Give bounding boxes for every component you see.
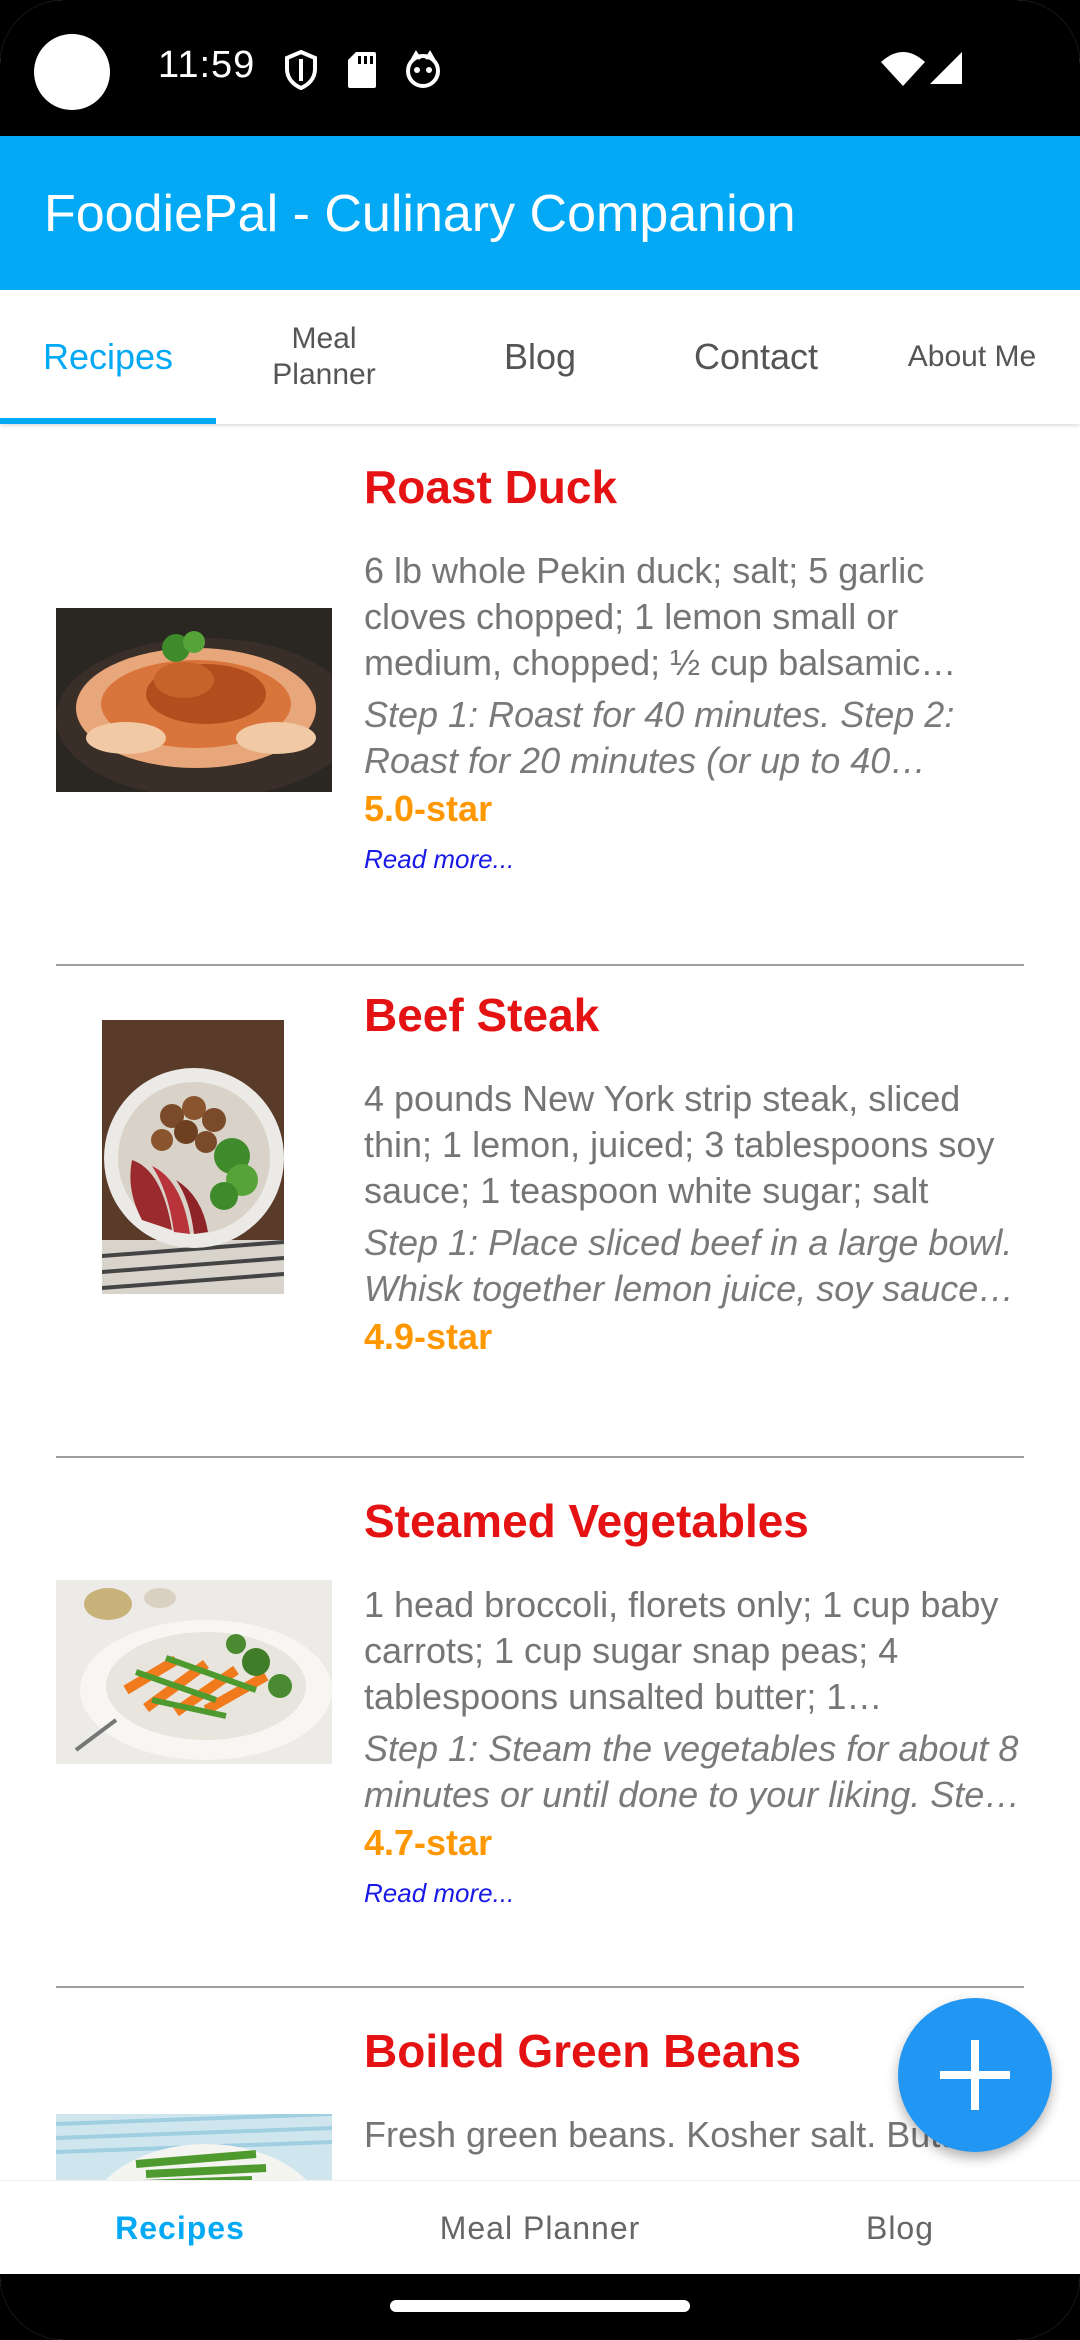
recipe-image [56,608,332,792]
bottom-nav-blog[interactable]: Blog [720,2181,1080,2275]
plus-icon [940,2040,1010,2110]
tab-bar: Recipes Meal Planner Blog Contact About … [0,290,1080,424]
sd-card-icon [348,52,376,88]
list-item[interactable]: Roast Duck 6 lb whole Pekin duck; salt; … [0,424,1080,964]
tab-recipes[interactable]: Recipes [0,290,216,424]
read-more-link[interactable]: Read more... [364,844,514,875]
recipe-title: Boiled Green Beans [364,2025,802,2077]
wifi-icon [881,52,925,86]
recipe-steps: Step 1: Steam the vegetables for about 8… [364,1728,1019,1815]
recipe-title: Roast Duck [364,461,618,513]
recipe-rating: 4.7-star [364,1822,493,1863]
tab-blog[interactable]: Blog [432,290,648,424]
signal-icon [930,52,962,84]
read-more-link[interactable]: Read more... [364,1878,514,1909]
tab-contact[interactable]: Contact [648,290,864,424]
beef-steak-photo [102,1020,284,1294]
add-recipe-button[interactable] [898,1998,1052,2152]
camera-cutout [34,34,110,110]
recipe-list[interactable]: Roast Duck 6 lb whole Pekin duck; salt; … [0,424,1080,2180]
recipe-title: Beef Steak [364,989,600,1041]
app-bar: FoodiePal - Culinary Companion [0,136,1080,290]
recipe-steps: Step 1: Place sliced beef in a large bow… [364,1222,1013,1309]
home-handle[interactable] [390,2300,690,2312]
roast-duck-photo [56,608,332,792]
app-title: FoodiePal - Culinary Companion [44,185,796,243]
list-item[interactable]: Steamed Vegetables 1 head broccoli, flor… [0,1458,1080,1986]
phone-screen: 11:59 FoodiePal - Culinary Companion Rec… [0,0,1080,2340]
bottom-nav-meal-planner[interactable]: Meal Planner [360,2181,720,2275]
shield-icon [285,50,317,90]
recipe-ingredients: 1 head broccoli, florets only; 1 cup bab… [364,1584,999,1717]
recipe-steps: Step 1: Roast for 40 minutes. Step 2: Ro… [364,694,955,781]
recipe-image [102,1020,284,1294]
app-notification-icon [406,50,440,88]
list-item[interactable]: Beef Steak 4 pounds New York strip steak… [0,966,1080,1456]
tab-meal-planner[interactable]: Meal Planner [216,290,432,424]
tab-about-me[interactable]: About Me [864,290,1080,424]
status-bar: 11:59 [0,0,1080,136]
recipe-ingredients: 6 lb whole Pekin duck; salt; 5 garlic cl… [364,550,925,683]
status-time: 11:59 [158,44,256,86]
recipe-ingredients: 4 pounds New York strip steak, sliced th… [364,1078,995,1211]
bottom-nav-recipes[interactable]: Recipes [0,2181,360,2275]
recipe-image [56,2114,332,2180]
recipe-rating: 4.9-star [364,1316,493,1357]
recipe-image [56,1580,332,1764]
steamed-vegetables-photo [56,1580,332,1764]
recipe-rating: 5.0-star [364,788,493,829]
green-beans-photo [56,2114,332,2180]
bottom-navigation: Recipes Meal Planner Blog [0,2180,1080,2275]
recipe-title: Steamed Vegetables [364,1495,809,1547]
